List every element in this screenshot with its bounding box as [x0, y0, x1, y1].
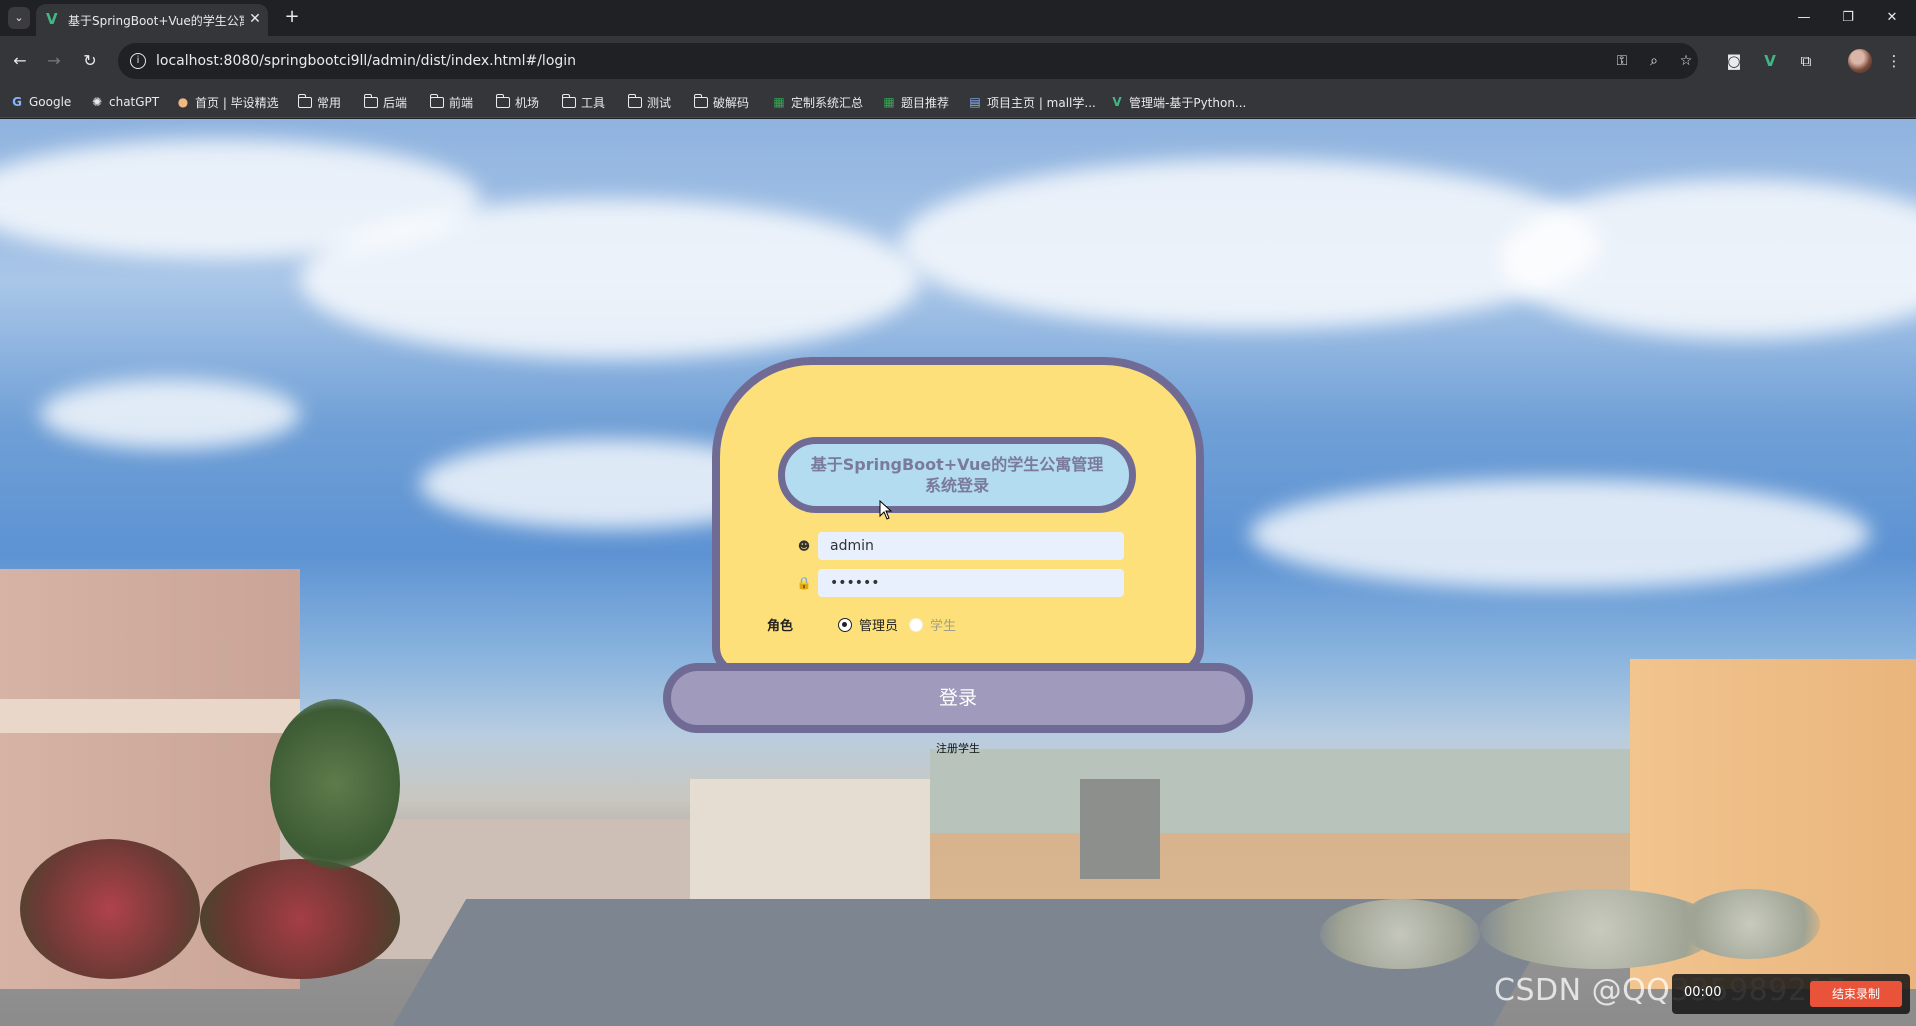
- bookmark-label: Google: [29, 95, 72, 109]
- site-info-icon[interactable]: i: [130, 53, 146, 69]
- profile-avatar[interactable]: [1848, 49, 1872, 73]
- radio-unchecked-icon[interactable]: [909, 617, 923, 632]
- bookmark-label: 管理端-基于Python...: [1129, 95, 1247, 110]
- close-window-icon[interactable]: ✕: [1878, 6, 1906, 30]
- role-radio-student[interactable]: 学生: [909, 615, 956, 634]
- bookmark-folder-backend[interactable]: 后端: [363, 93, 408, 111]
- bookmark-topic-recommend[interactable]: ▦ 题目推荐: [882, 93, 949, 111]
- site-favicon-icon: ●: [177, 95, 189, 109]
- cloud: [40, 379, 300, 449]
- bookmark-admin-python[interactable]: V 管理端-基于Python...: [1110, 93, 1246, 111]
- tab-title: 基于SpringBoot+Vue的学生公寓管理系统: [68, 14, 244, 28]
- zoom-magnifier-icon[interactable]: ⌕: [1644, 51, 1664, 71]
- password-input[interactable]: [818, 569, 1124, 597]
- mouse-cursor-icon: [879, 500, 893, 520]
- recording-bar: 00:00 结束录制: [1672, 974, 1910, 1014]
- cloud: [1500, 179, 1916, 339]
- radio-checked-icon[interactable]: [838, 617, 852, 632]
- folder-icon: [561, 93, 576, 108]
- bookmark-label: chatGPT: [109, 95, 160, 109]
- tab-strip: ⌄ V 基于SpringBoot+Vue的学生公寓管理系统 ✕ + — ❐ ✕: [0, 0, 1916, 36]
- lock-icon: 🔒: [796, 576, 812, 590]
- address-bar[interactable]: i localhost:8080/springbootci9ll/admin/d…: [118, 43, 1698, 79]
- folder-icon: [693, 93, 708, 108]
- bookmarks-bar: G Google ✺ chatGPT ● 首页 | 毕设精选 常用 后端 前端 机场 …: [0, 86, 1916, 118]
- forward-arrow-icon[interactable]: →: [42, 49, 66, 73]
- folder-icon: [627, 93, 642, 108]
- shrub: [1680, 889, 1820, 959]
- minimize-window-icon[interactable]: —: [1790, 6, 1818, 30]
- password-key-icon[interactable]: ⚿: [1612, 51, 1632, 71]
- bookmark-label: 项目主页 | mall学...: [987, 95, 1096, 110]
- back-arrow-icon[interactable]: ←: [8, 49, 32, 73]
- bookmark-label: 定制系统汇总: [791, 95, 864, 110]
- stop-recording-button[interactable]: 结束录制: [1810, 981, 1902, 1007]
- browser-tab-active[interactable]: V 基于SpringBoot+Vue的学生公寓管理系统 ✕: [36, 4, 268, 36]
- tab-search-chevron-icon[interactable]: ⌄: [8, 7, 30, 29]
- chatgpt-logo-icon: ✺: [91, 95, 103, 109]
- cloud: [1250, 479, 1870, 589]
- login-title: 基于SpringBoot+Vue的学生公寓管理系统登录: [810, 455, 1104, 495]
- browser-toolbar: ← → ↻ i localhost:8080/springbootci9ll/a…: [0, 36, 1916, 86]
- role-option-label: 管理员: [859, 619, 899, 634]
- garage-door: [1080, 779, 1160, 879]
- vue-logo-icon: V: [46, 10, 58, 28]
- bookmark-label: 测试: [647, 95, 672, 110]
- bookmark-folder-tools[interactable]: 工具: [561, 93, 606, 111]
- google-logo-icon: G: [12, 95, 22, 109]
- recording-timer: 00:00: [1684, 985, 1722, 1000]
- username-input[interactable]: [818, 532, 1124, 560]
- bookmark-label: 常用: [317, 95, 342, 110]
- bookmark-custom-systems[interactable]: ▦ 定制系统汇总: [772, 93, 863, 111]
- folder-icon: [429, 93, 444, 108]
- bookmark-folder-airport[interactable]: 机场: [495, 93, 540, 111]
- bookmark-chatgpt[interactable]: ✺ chatGPT: [90, 93, 159, 111]
- bookmark-folder-crack[interactable]: 破解码: [693, 93, 750, 111]
- green-grid-icon: ▦: [773, 95, 785, 109]
- bookmark-label: 题目推荐: [901, 95, 950, 110]
- bookmark-label: 前端: [449, 95, 474, 110]
- restore-window-icon[interactable]: ❐: [1834, 6, 1862, 30]
- bookmark-folder-common[interactable]: 常用: [297, 93, 342, 111]
- bookmark-mall-project[interactable]: ▤ 项目主页 | mall学...: [968, 93, 1096, 111]
- shrub: [1320, 899, 1480, 969]
- extensions-puzzle-icon[interactable]: ⧉: [1794, 49, 1818, 73]
- role-radio-admin[interactable]: 管理员: [838, 615, 898, 634]
- bookmark-star-icon[interactable]: ☆: [1676, 51, 1696, 71]
- folder-icon: [495, 93, 510, 108]
- bookmark-label: 后端: [383, 95, 408, 110]
- browser-menu-icon[interactable]: ⋮: [1882, 49, 1906, 73]
- bookmark-label: 工具: [581, 95, 606, 110]
- green-grid-icon: ▦: [883, 95, 895, 109]
- reload-icon[interactable]: ↻: [78, 49, 102, 73]
- register-student-link[interactable]: 注册学生: [908, 740, 1008, 756]
- shrub: [200, 859, 400, 979]
- tree: [270, 699, 400, 869]
- new-tab-plus-icon[interactable]: +: [280, 6, 304, 30]
- bookmark-label: 破解码: [713, 95, 750, 110]
- bookmark-folder-frontend[interactable]: 前端: [429, 93, 474, 111]
- bookmark-homepage[interactable]: ● 首页 | 毕设精选: [176, 93, 279, 111]
- close-tab-icon[interactable]: ✕: [246, 10, 264, 28]
- url-text: localhost:8080/springbootci9ll/admin/dis…: [156, 53, 577, 69]
- role-option-label: 学生: [930, 619, 957, 634]
- bookmark-label: 机场: [515, 95, 540, 110]
- login-title-pill: 基于SpringBoot+Vue的学生公寓管理系统登录: [778, 437, 1136, 513]
- user-icon: ☻: [797, 539, 811, 553]
- vue-logo-icon: V: [1112, 95, 1122, 109]
- cloud: [900, 159, 1600, 329]
- bookmark-google[interactable]: G Google: [10, 93, 71, 111]
- reader-extension-icon[interactable]: ◙: [1722, 49, 1746, 73]
- login-button[interactable]: 登录: [663, 663, 1253, 733]
- folder-icon: [363, 93, 378, 108]
- role-label: 角色: [767, 619, 794, 634]
- cloud: [300, 199, 920, 359]
- shrub: [20, 839, 200, 979]
- bookmark-folder-test[interactable]: 测试: [627, 93, 672, 111]
- document-grid-icon: ▤: [969, 95, 981, 109]
- building-stripe: [0, 699, 300, 733]
- folder-icon: [297, 93, 312, 108]
- vue-devtools-icon[interactable]: V: [1758, 49, 1782, 73]
- bookmark-label: 首页 | 毕设精选: [195, 95, 279, 110]
